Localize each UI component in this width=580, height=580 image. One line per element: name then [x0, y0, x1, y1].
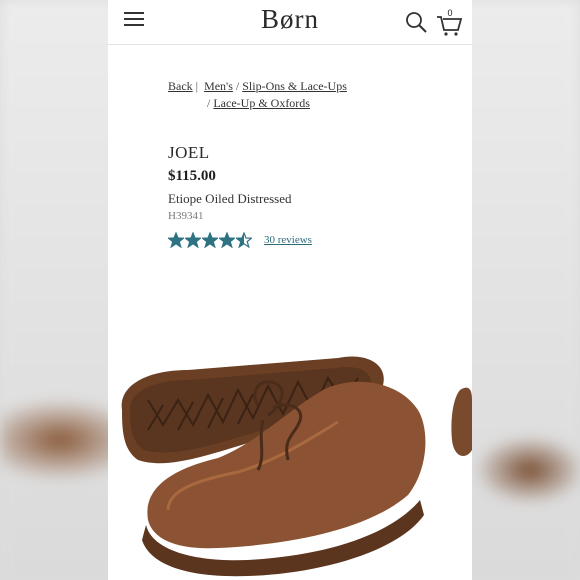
- brand-logo[interactable]: Børn: [245, 4, 335, 34]
- search-icon[interactable]: [404, 10, 428, 34]
- product-price: $115.00: [168, 168, 216, 184]
- reviews-link[interactable]: 30 reviews: [264, 234, 312, 246]
- rating-stars: [168, 232, 252, 248]
- breadcrumb-lace-up-oxfords[interactable]: Lace-Up & Oxfords: [213, 96, 310, 110]
- top-navigation-bar: Børn 0: [108, 0, 472, 45]
- cart-icon[interactable]: 0: [436, 8, 463, 36]
- star-half-icon: [236, 232, 252, 248]
- breadcrumb-slip-ons-lace-ups[interactable]: Slip-Ons & Lace-Ups: [242, 79, 347, 93]
- product-page: Børn 0 Back | Men's / Slip-Ons & Lace-Up…: [108, 0, 472, 580]
- breadcrumb-separator: /: [207, 96, 211, 110]
- back-link[interactable]: Back: [168, 79, 193, 93]
- breadcrumb-separator: /: [235, 79, 240, 93]
- breadcrumb: Back | Men's / Slip-Ons & Lace-Ups / Lac…: [168, 78, 428, 112]
- star-full-icon: [185, 232, 201, 248]
- product-sku: H39341: [168, 210, 204, 222]
- star-full-icon: [219, 232, 235, 248]
- star-full-icon: [202, 232, 218, 248]
- product-color: Etiope Oiled Distressed: [168, 191, 292, 206]
- menu-icon[interactable]: [124, 10, 144, 28]
- cart-count-badge: 0: [447, 8, 453, 18]
- product-name: JOEL: [168, 143, 210, 162]
- product-rating[interactable]: 30 reviews: [168, 231, 312, 249]
- product-image: [121, 356, 472, 577]
- breadcrumb-mens[interactable]: Men's: [204, 79, 233, 93]
- breadcrumb-separator: |: [192, 79, 199, 93]
- star-full-icon: [168, 232, 184, 248]
